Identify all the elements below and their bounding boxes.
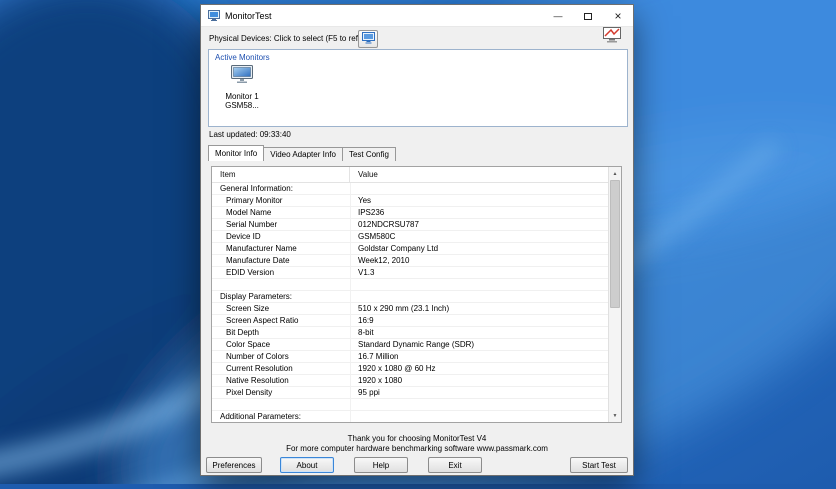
item-cell: Screen Size [226,304,270,313]
active-monitors-group: Active Monitors Monitor 1 GSM58... [208,49,628,127]
table-row[interactable]: Pixel Density 95 ppi [212,387,608,399]
close-button[interactable]: × [603,5,633,27]
value-cell: 8-bit [358,328,374,337]
select-device-button[interactable] [358,30,378,48]
title-bar[interactable]: MonitorTest — × [201,5,633,27]
value-cell: 95 ppi [358,388,380,397]
tab-video-adapter-info[interactable]: Video Adapter Info [263,147,343,161]
item-cell: Native Resolution [226,376,289,385]
table-header: Item Value [212,167,608,183]
tab-strip: Monitor Info Video Adapter Info Test Con… [208,145,396,161]
table-row[interactable]: Device ID GSM580C [212,231,608,243]
scrollbar-thumb[interactable] [610,180,620,308]
caption-buttons: — × [543,5,633,27]
value-cell: 1920 x 1080 @ 60 Hz [358,364,436,373]
monitor-info-table-body: General Information: Primary Monitor Yes Mo… [212,183,608,422]
item-cell: Pixel Density [226,388,273,397]
table-row[interactable]: Serial Number 012NDCRSU787 [212,219,608,231]
monitor-name-label: Monitor 1 [225,92,259,101]
table-row[interactable]: Native Resolution 1920 x 1080 [212,375,608,387]
item-cell: Screen Aspect Ratio [226,316,299,325]
item-cell: Additional Parameters: [220,412,301,421]
identify-monitor-icon[interactable] [599,26,625,49]
value-cell: IPS236 [358,208,385,217]
table-row[interactable]: Manufacture Date Week12, 2010 [212,255,608,267]
scroll-down-arrow[interactable]: ▼ [609,409,621,422]
minimize-button[interactable]: — [543,5,573,27]
value-cell: GSM580C [358,232,396,241]
table-row[interactable]: Manufacturer Name Goldstar Company Ltd [212,243,608,255]
table-row[interactable] [212,279,608,291]
scroll-up-arrow[interactable]: ▲ [609,167,621,180]
value-cell: Week12, 2010 [358,256,410,265]
table-row[interactable]: Screen Aspect Ratio 16:9 [212,315,608,327]
monitor-list-item[interactable]: Monitor 1 GSM58... [219,64,265,110]
tab-test-config[interactable]: Test Config [341,147,396,161]
monitor-info-table: Item Value General Information: Primary M… [211,166,622,423]
item-cell: Current Resolution [226,364,293,373]
item-cell: Manufacture Date [226,256,290,265]
column-header-value[interactable]: Value [350,167,608,182]
start-test-button[interactable]: Start Test [570,457,628,473]
item-cell: Device ID [226,232,261,241]
table-scrollbar[interactable]: ▲ ▼ [608,167,621,422]
value-cell: 1920 x 1080 [358,376,403,385]
value-cell: Goldstar Company Ltd [358,244,439,253]
monitor-select-icon [361,31,375,47]
about-button[interactable]: About [280,457,334,473]
monitor-id-label: GSM58... [225,101,259,110]
table-row[interactable]: EDID Version V1.3 [212,267,608,279]
item-cell: General Information: [220,184,293,193]
table-row[interactable]: Screen Size 510 x 290 mm (23.1 Inch) [212,303,608,315]
item-cell: EDID Version [226,268,275,277]
maximize-icon [584,12,592,20]
physical-devices-label: Physical Devices: Click to select (F5 to… [209,34,377,43]
table-row[interactable]: Model Name IPS236 [212,207,608,219]
value-cell: 16.7 Million [358,352,399,361]
table-row[interactable]: General Information: [212,183,608,195]
value-cell: 16:9 [358,316,374,325]
table-row[interactable]: Number of Colors 16.7 Million [212,351,608,363]
item-cell: Display Parameters: [220,292,293,301]
column-header-item[interactable]: Item [212,167,350,182]
item-cell: Color Space [226,340,271,349]
monitor-icon [230,65,254,88]
value-cell: 012NDCRSU787 [358,220,419,229]
active-monitors-label: Active Monitors [215,53,270,62]
value-cell: Yes [358,196,372,205]
value-cell: 510 x 290 mm (23.1 Inch) [358,304,450,313]
maximize-button[interactable] [573,5,603,27]
minimize-icon: — [553,11,563,21]
item-cell: Serial Number [226,220,278,229]
value-cell: V1.3 [358,268,375,277]
monitortest-window: MonitorTest — × Physical Devices: Click … [200,4,634,476]
table-row[interactable]: Color Space Standard Dynamic Range (SDR) [212,339,608,351]
item-cell: Model Name [226,208,272,217]
footer-thanks-text: Thank you for choosing MonitorTest V4 [347,434,487,443]
help-button[interactable]: Help [354,457,408,473]
exit-button[interactable]: Exit [428,457,482,473]
preferences-button[interactable]: Preferences [206,457,262,473]
window-title: MonitorTest [225,10,272,21]
close-icon: × [614,9,622,23]
footer-website-text: For more computer hardware benchmarking … [286,444,548,453]
value-cell: Standard Dynamic Range (SDR) [358,340,475,349]
tab-monitor-info[interactable]: Monitor Info [208,145,265,161]
table-row[interactable]: Display Parameters: [212,291,608,303]
table-row[interactable]: Current Resolution 1920 x 1080 @ 60 Hz [212,363,608,375]
table-row[interactable]: Additional Parameters: [212,411,608,422]
app-icon [208,10,220,21]
item-cell: Manufacturer Name [226,244,297,253]
table-row[interactable] [212,399,608,411]
last-updated-label: Last updated: 09:33:40 [209,130,291,139]
item-cell: Primary Monitor [226,196,283,205]
table-row[interactable]: Bit Depth 8-bit [212,327,608,339]
item-cell: Bit Depth [226,328,259,337]
item-cell: Number of Colors [226,352,289,361]
table-row[interactable]: Primary Monitor Yes [212,195,608,207]
